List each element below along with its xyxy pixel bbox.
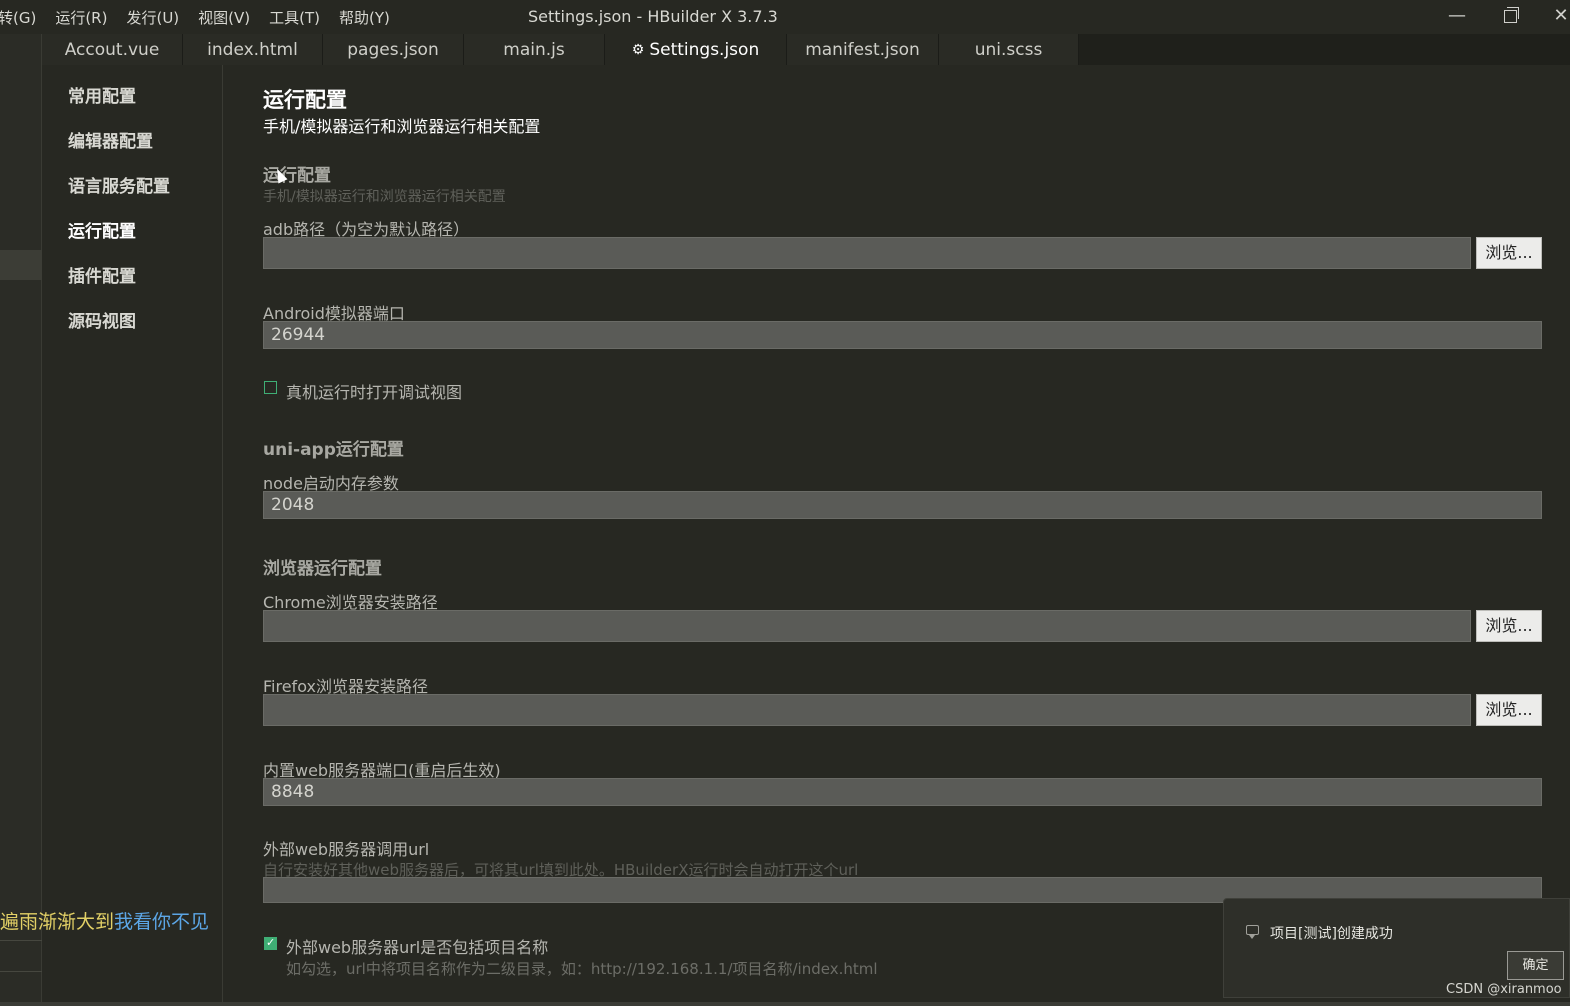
tab-accout-vue[interactable]: Accout.vue: [42, 34, 183, 65]
include-project-checkbox[interactable]: [264, 936, 277, 950]
section-title-uniapp: uni-app运行配置: [263, 440, 404, 460]
debug-view-checkbox[interactable]: [264, 381, 277, 394]
toast-message: 项目[测试]创建成功: [1270, 926, 1393, 942]
restore-icon: [1503, 7, 1519, 23]
left-side-strip: [0, 34, 42, 1006]
tab-label: uni.scss: [974, 39, 1043, 60]
tab-settings-json[interactable]: ⚙ Settings.json: [605, 34, 787, 65]
tab-index-html[interactable]: index.html: [183, 34, 323, 65]
desktop-lyrics: 遍雨渐渐大到我看你不见: [0, 907, 209, 934]
section-hint-run: 手机/模拟器运行和浏览器运行相关配置: [263, 189, 506, 205]
settings-content: 运行配置 手机/模拟器运行和浏览器运行相关配置 运行配置 手机/模拟器运行和浏览…: [223, 65, 1570, 1006]
menu-view[interactable]: 视图(V): [198, 7, 250, 28]
page-title: 运行配置: [263, 88, 347, 112]
menu-tools[interactable]: 工具(T): [269, 7, 320, 28]
external-url-label: 外部web服务器调用url: [263, 840, 430, 859]
menu-help[interactable]: 帮助(Y): [339, 7, 390, 28]
nav-item-editor[interactable]: 编辑器配置: [68, 127, 153, 152]
section-title-browser: 浏览器运行配置: [263, 559, 382, 579]
android-port-input[interactable]: 26944: [263, 321, 1542, 349]
divider: [0, 940, 42, 941]
web-port-input[interactable]: 8848: [263, 778, 1542, 806]
title-bar: 转(G) 运行(R) 发行(U) 视图(V) 工具(T) 帮助(Y) Setti…: [0, 0, 1570, 34]
include-project-label: 外部web服务器url是否包括项目名称: [286, 938, 549, 957]
page-subtitle: 手机/模拟器运行和浏览器运行相关配置: [263, 117, 541, 136]
tab-pages-json[interactable]: pages.json: [323, 34, 464, 65]
lyrics-unsung: 我看你不见: [114, 911, 210, 933]
firefox-browse-button[interactable]: 浏览...: [1476, 694, 1542, 726]
window-title: Settings.json - HBuilder X 3.7.3: [528, 7, 778, 26]
menu-publish[interactable]: 发行(U): [126, 7, 179, 28]
chrome-path-input[interactable]: [263, 610, 1471, 642]
tab-label: Accout.vue: [64, 39, 160, 60]
adb-path-input[interactable]: [263, 237, 1471, 269]
nav-item-language-service[interactable]: 语言服务配置: [68, 172, 170, 197]
menu-goto[interactable]: 转(G): [0, 7, 36, 28]
toast-ok-button[interactable]: 确定: [1507, 951, 1564, 980]
status-bar: [0, 1002, 1570, 1006]
tab-label: manifest.json: [805, 39, 920, 60]
message-icon: [1246, 925, 1259, 939]
adb-browse-button[interactable]: 浏览...: [1476, 237, 1542, 269]
tab-label: index.html: [207, 39, 298, 60]
node-memory-input[interactable]: 2048: [263, 491, 1542, 519]
include-project-hint: 如勾选，url中将项目名称作为二级目录，如：http://192.168.1.1…: [286, 960, 878, 978]
tab-label: main.js: [503, 39, 565, 60]
lyrics-sung: 遍雨渐渐大到: [0, 911, 115, 933]
left-strip-selected-item[interactable]: [0, 250, 42, 280]
tab-main-js[interactable]: main.js: [464, 34, 605, 65]
nav-item-run[interactable]: 运行配置: [68, 217, 136, 242]
tab-label: Settings.json: [649, 39, 760, 60]
editor-tab-bar: Accout.vue index.html pages.json main.js…: [42, 34, 1570, 65]
firefox-path-input[interactable]: [263, 694, 1471, 726]
divider: [0, 971, 42, 972]
close-button[interactable]: ✕: [1548, 4, 1570, 28]
tab-uni-scss[interactable]: uni.scss: [939, 34, 1079, 65]
nav-item-source-view[interactable]: 源码视图: [68, 307, 136, 332]
menu-run[interactable]: 运行(R): [55, 7, 107, 28]
tab-label: pages.json: [347, 39, 439, 60]
minimize-button[interactable]: —: [1444, 4, 1470, 28]
gear-icon: ⚙: [631, 41, 645, 58]
watermark: CSDN @xiranmoo: [1446, 982, 1562, 997]
maximize-button[interactable]: [1497, 4, 1523, 28]
menu-bar: 转(G) 运行(R) 发行(U) 视图(V) 工具(T) 帮助(Y): [0, 0, 409, 34]
nav-item-common[interactable]: 常用配置: [68, 82, 136, 107]
chrome-browse-button[interactable]: 浏览...: [1476, 610, 1542, 642]
settings-nav: 常用配置 编辑器配置 语言服务配置 运行配置 插件配置 源码视图: [43, 65, 223, 1006]
nav-item-plugins[interactable]: 插件配置: [68, 262, 136, 287]
tab-manifest-json[interactable]: manifest.json: [787, 34, 939, 65]
debug-view-label: 真机运行时打开调试视图: [286, 383, 463, 402]
